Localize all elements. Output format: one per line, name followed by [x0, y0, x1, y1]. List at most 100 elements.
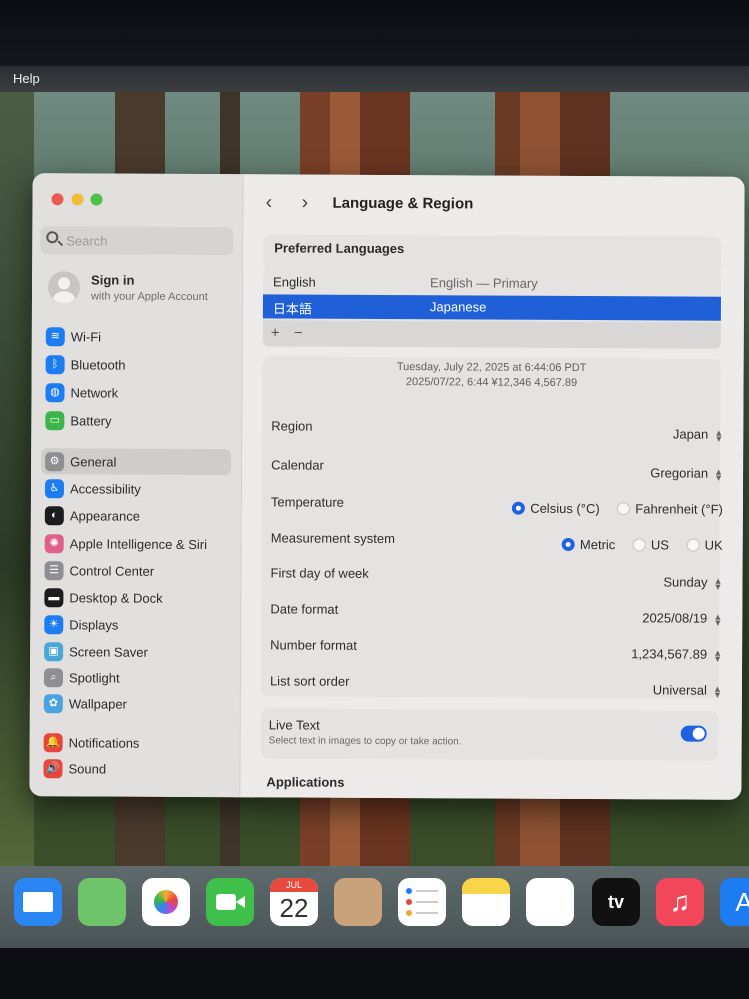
- sidebar-item-sound[interactable]: 🔊 Sound: [39, 755, 229, 782]
- list-sort-label: List sort order: [269, 673, 350, 689]
- measurement-options: Metric US UK: [548, 537, 723, 553]
- sidebar-item-displays[interactable]: ☀ Displays: [40, 611, 230, 638]
- sidebar-item-label: Accessibility: [69, 481, 141, 497]
- radio-celsius[interactable]: Celsius (°C): [512, 501, 600, 516]
- language-add-remove-bar: + −: [262, 320, 721, 349]
- close-button[interactable]: [51, 193, 64, 206]
- accessibility-icon: ♿: [44, 479, 65, 499]
- sidebar-item-label: Network: [70, 385, 119, 401]
- sidebar-item-label: Desktop & Dock: [69, 590, 163, 606]
- chevron-up-down-icon: ▲ ▼: [714, 427, 724, 444]
- region-popup[interactable]: Japan ▲ ▼: [672, 426, 724, 444]
- sidebar-item-bluetooth[interactable]: ᛒ Bluetooth: [42, 351, 232, 378]
- radio-uk[interactable]: UK: [686, 538, 723, 553]
- temperature-label: Temperature: [270, 494, 344, 510]
- back-button[interactable]: ‹: [265, 191, 272, 214]
- live-text-toggle[interactable]: [680, 725, 707, 742]
- remove-language-button[interactable]: −: [294, 325, 303, 342]
- preferred-languages-heading: Preferred Languages: [274, 240, 405, 257]
- appearance-icon: ◐: [44, 506, 64, 526]
- menu-help[interactable]: Help: [13, 71, 40, 86]
- number-format-value: 1,234,567.89: [631, 646, 708, 662]
- control-center-icon: ☰: [44, 561, 64, 581]
- avatar: [47, 271, 81, 304]
- sidebar-item-general[interactable]: ⚙ General: [41, 448, 232, 476]
- contacts-icon[interactable]: [334, 878, 382, 926]
- forward-button[interactable]: ›: [301, 192, 308, 215]
- sidebar-item-appearance[interactable]: ◐ Appearance: [41, 502, 231, 529]
- sound-icon: 🔊: [43, 759, 63, 779]
- reminders-icon[interactable]: [398, 878, 446, 926]
- monitor-bezel-top: [0, 0, 749, 70]
- first-day-popup[interactable]: Sunday ▲ ▼: [663, 574, 723, 592]
- sidebar-item-screen-saver[interactable]: ▣ Screen Saver: [40, 638, 230, 665]
- sidebar-item-label: Wallpaper: [68, 696, 127, 712]
- preview-date: Tuesday, July 22, 2025 at 6:44:06 PDT: [396, 361, 587, 375]
- list-sort-popup[interactable]: Universal ▲ ▼: [653, 682, 722, 700]
- radio-metric[interactable]: Metric: [561, 537, 615, 552]
- sidebar-item-network[interactable]: ◍ Network: [41, 379, 231, 406]
- calendar-icon[interactable]: JUL 22: [270, 878, 318, 926]
- sidebar-item-battery[interactable]: ▭ Battery: [41, 407, 231, 434]
- radio-selected-icon: [512, 501, 526, 515]
- wifi-icon: ≋: [45, 327, 65, 347]
- sidebar-item-spotlight[interactable]: ⌕ Spotlight: [40, 664, 230, 691]
- minimize-button[interactable]: [71, 193, 84, 206]
- live-text-row: Live Text Select text in images to copy …: [260, 708, 719, 761]
- calendar-month: JUL: [270, 878, 318, 892]
- date-format-popup[interactable]: 2025/08/19 ▲ ▼: [642, 610, 722, 627]
- sign-in-account[interactable]: Sign in with your Apple Account: [47, 269, 238, 310]
- chevron-up-down-icon: ▲ ▼: [712, 683, 722, 700]
- calendar-popup[interactable]: Gregorian ▲ ▼: [650, 465, 723, 482]
- siri-icon: ✺: [44, 534, 64, 554]
- zoom-button[interactable]: [90, 193, 103, 206]
- maps-icon[interactable]: [78, 878, 126, 926]
- sidebar-item-label: Screen Saver: [69, 644, 148, 660]
- radio-fahrenheit[interactable]: Fahrenheit (°F): [617, 501, 723, 517]
- sidebar-list: ≋ Wi-Fi ᛒ Bluetooth ◍ Network ▭ Battery ⚙ General…: [41, 323, 234, 779]
- language-name: 日本語: [272, 301, 312, 317]
- wallpaper-icon: ✿: [43, 694, 63, 714]
- apple-tv-icon[interactable]: tv: [592, 878, 640, 926]
- measurement-label: Measurement system: [270, 530, 396, 547]
- freeform-icon[interactable]: [526, 878, 574, 926]
- date-format-label: Date format: [270, 601, 339, 617]
- sidebar-item-label: Control Center: [69, 563, 155, 579]
- sidebar: Search Sign in with your Apple Account ≋…: [29, 173, 244, 798]
- app-store-icon[interactable]: A: [720, 878, 749, 926]
- sidebar-item-wi-fi[interactable]: ≋ Wi-Fi: [42, 323, 232, 350]
- system-settings-window: Search Sign in with your Apple Account ≋…: [29, 173, 745, 800]
- sidebar-item-accessibility[interactable]: ♿ Accessibility: [41, 475, 231, 502]
- language-detail: English — Primary: [430, 275, 538, 291]
- menu-bar: Help: [0, 66, 749, 92]
- language-row-english[interactable]: English English — Primary: [263, 270, 721, 296]
- sidebar-item-label: Bluetooth: [70, 357, 126, 373]
- number-format-popup[interactable]: 1,234,567.89 ▲ ▼: [631, 646, 722, 663]
- date-format-value: 2025/08/19: [642, 610, 708, 626]
- displays-icon: ☀: [44, 615, 64, 635]
- add-language-button[interactable]: +: [271, 324, 280, 341]
- sidebar-item-apple-intelligence-siri[interactable]: ✺ Apple Intelligence & Siri: [41, 530, 231, 557]
- sidebar-item-wallpaper[interactable]: ✿ Wallpaper: [40, 690, 230, 717]
- sidebar-item-control-center[interactable]: ☰ Control Center: [40, 557, 230, 584]
- spotlight-icon: ⌕: [43, 668, 64, 688]
- region-value: Japan: [672, 426, 709, 442]
- search-field[interactable]: Search: [40, 226, 234, 256]
- music-icon[interactable]: ♫: [656, 878, 704, 926]
- dock-icon: ▬: [44, 588, 64, 608]
- sidebar-item-notifications[interactable]: 🔔 Notifications: [40, 729, 230, 756]
- facetime-icon[interactable]: [206, 878, 254, 926]
- number-format-label: Number format: [270, 637, 357, 653]
- notes-icon[interactable]: [462, 878, 510, 926]
- first-day-label: First day of week: [270, 565, 369, 581]
- sidebar-item-desktop-dock[interactable]: ▬ Desktop & Dock: [40, 584, 230, 611]
- calendar-label: Calendar: [271, 457, 324, 473]
- language-row-japanese[interactable]: 日本語 Japanese: [262, 294, 721, 321]
- chevron-up-down-icon: ▲ ▼: [713, 575, 723, 592]
- sidebar-item-label: Battery: [70, 413, 112, 429]
- monitor-bezel-bottom: [0, 948, 749, 999]
- mail-icon[interactable]: [14, 878, 62, 926]
- radio-us[interactable]: US: [632, 537, 669, 552]
- photos-icon[interactable]: [142, 878, 190, 926]
- screen-saver-icon: ▣: [44, 642, 64, 662]
